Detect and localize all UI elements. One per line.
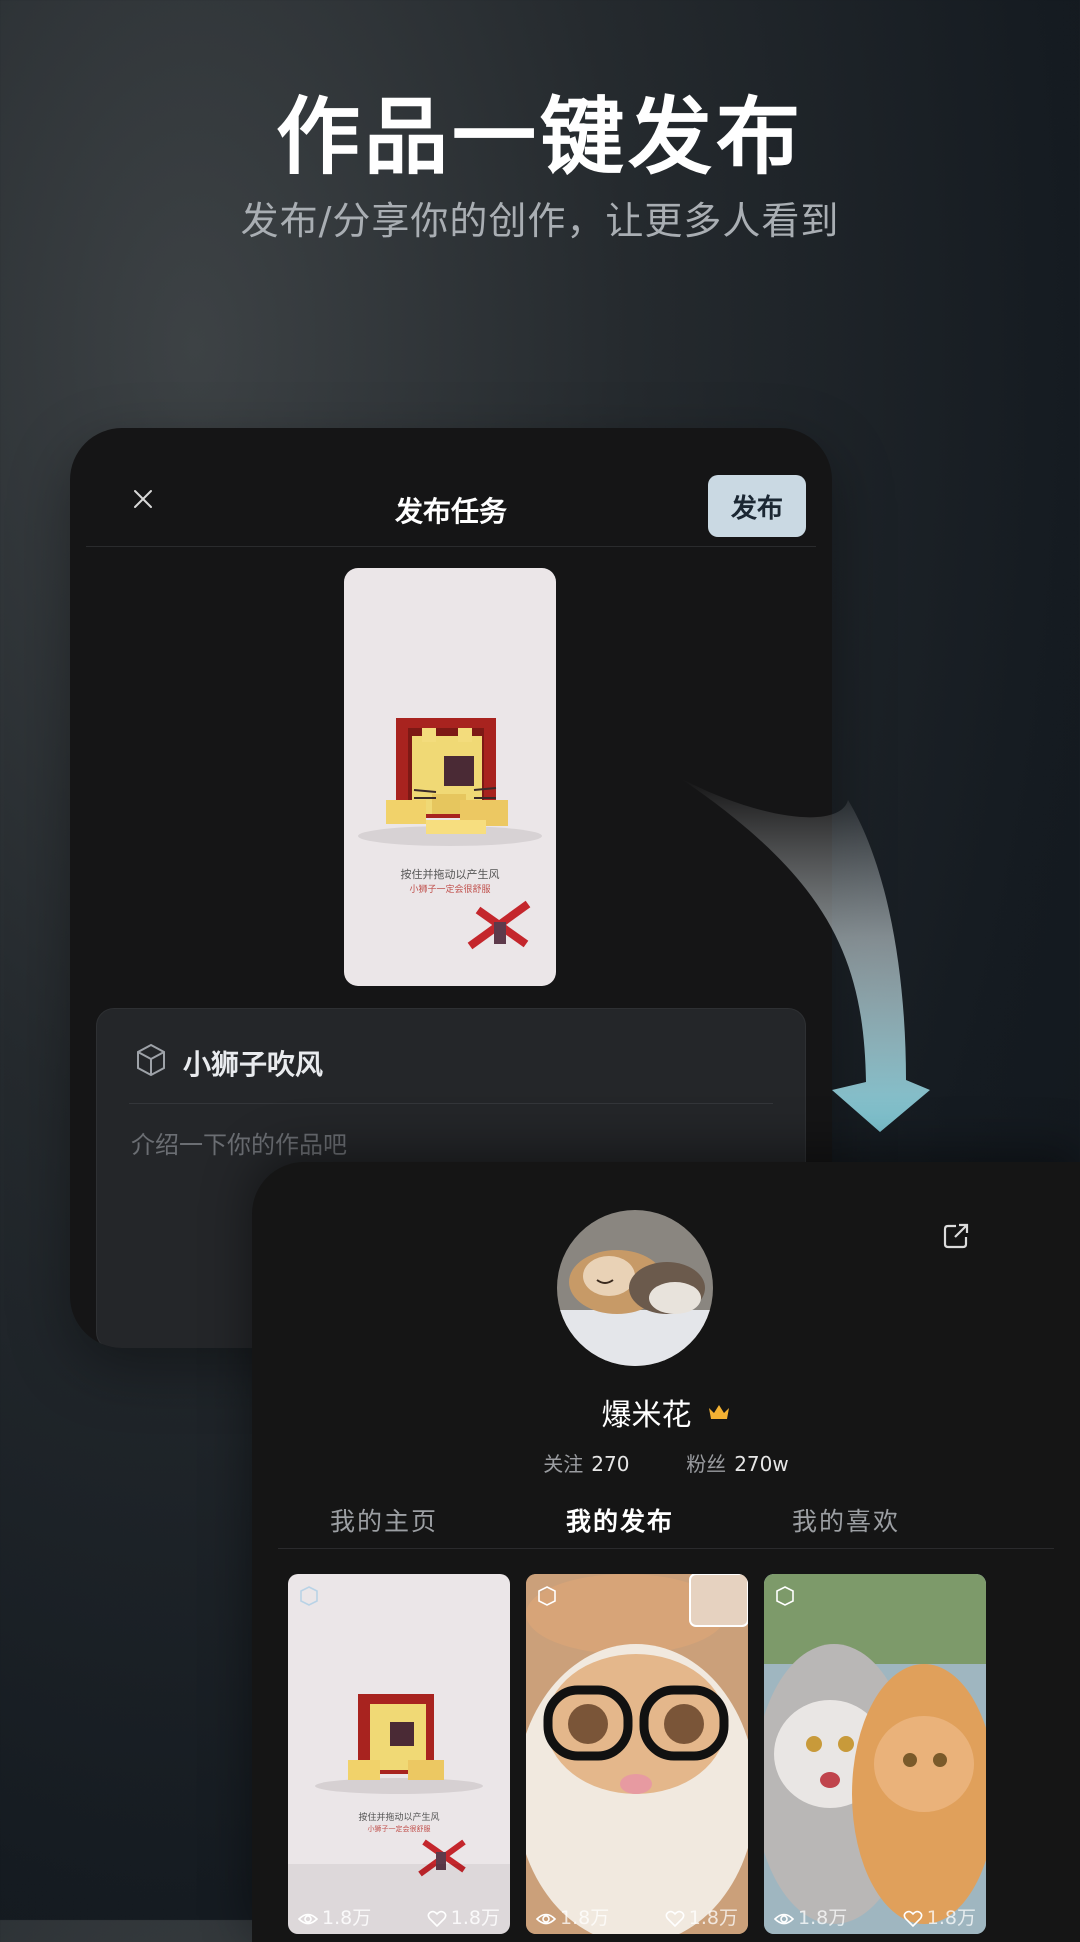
following-count[interactable]: 270 <box>591 1452 629 1476</box>
view-count-value: 1.8万 <box>798 1907 848 1929</box>
avatar[interactable] <box>557 1210 713 1366</box>
heart-icon <box>903 1910 923 1927</box>
work-preview-hint: 按住并拖动以产生风 <box>358 1813 440 1823</box>
heart-icon <box>427 1910 447 1927</box>
header-divider <box>86 546 816 547</box>
work-thumbnail <box>526 1574 748 1934</box>
followers-count[interactable]: 270w <box>734 1452 789 1476</box>
fan-icon <box>467 900 531 950</box>
description-input[interactable]: 介绍一下你的作品吧 <box>131 1125 347 1160</box>
view-count: 1.8万 <box>298 1903 371 1930</box>
cube-icon <box>776 1586 794 1606</box>
tabs-divider <box>278 1548 1054 1549</box>
view-count: 1.8万 <box>536 1903 609 1930</box>
eye-icon <box>298 1913 318 1924</box>
work-name[interactable]: 小狮子吹风 <box>183 1043 323 1083</box>
work-preview-sub-hint: 小狮子一定会很舒服 <box>367 1825 431 1833</box>
tab-my-likes[interactable]: 我的喜欢 <box>746 1502 946 1538</box>
like-count: 1.8万 <box>903 1903 976 1930</box>
eye-icon <box>536 1913 556 1924</box>
username-row: 爆米花 <box>252 1390 1080 1434</box>
profile-stats: 关注 270 粉丝 270w <box>252 1448 1080 1477</box>
tab-home[interactable]: 我的主页 <box>284 1502 484 1538</box>
profile-tabs: 我的主页 我的发布 我的喜欢 <box>252 1502 1080 1562</box>
heart-icon <box>665 1910 685 1927</box>
publish-button[interactable]: 发布 <box>708 475 806 537</box>
work-thumbnail <box>764 1574 986 1934</box>
like-count-value: 1.8万 <box>688 1907 738 1929</box>
share-icon[interactable] <box>942 1222 970 1250</box>
work-card[interactable]: 1.8万 1.8万 <box>526 1574 748 1934</box>
lion-illustration <box>358 718 542 846</box>
work-thumbnail <box>288 1694 510 1934</box>
followers-label[interactable]: 粉丝 <box>686 1452 726 1476</box>
following-label[interactable]: 关注 <box>543 1452 583 1476</box>
cube-icon <box>300 1586 318 1606</box>
work-card[interactable]: 按住并拖动以产生风 小狮子一定会很舒服 1.8万 1.8万 <box>288 1574 510 1934</box>
publish-header: 发布任务 发布 <box>70 428 832 548</box>
preview-sub-hint: 小狮子一定会很舒服 <box>409 885 491 895</box>
preview-hint: 按住并拖动以产生风 <box>400 868 500 881</box>
like-count-value: 1.8万 <box>450 1907 500 1929</box>
like-count: 1.8万 <box>427 1903 500 1930</box>
flow-arrow <box>680 778 930 1132</box>
tab-my-posts[interactable]: 我的发布 <box>520 1502 720 1538</box>
works-grid: 按住并拖动以产生风 小狮子一定会很舒服 1.8万 1.8万 1.8万 1.8万 … <box>288 1574 988 1934</box>
work-card[interactable]: 1.8万 1.8万 <box>764 1574 986 1934</box>
cube-icon <box>538 1586 556 1606</box>
cube-icon <box>137 1043 165 1077</box>
view-count-value: 1.8万 <box>560 1907 610 1929</box>
work-preview[interactable]: 按住并拖动以产生风 小狮子一定会很舒服 <box>344 568 556 986</box>
like-count: 1.8万 <box>665 1903 738 1930</box>
hero-subtitle: 发布/分享你的创作，让更多人看到 <box>240 199 840 243</box>
view-count-value: 1.8万 <box>322 1907 372 1929</box>
eye-icon <box>774 1913 794 1924</box>
crown-icon <box>708 1405 729 1419</box>
profile-screen: 爆米花 关注 270 粉丝 270w 我的主页 我的发布 我的喜欢 按住并拖动以… <box>252 1162 1080 1942</box>
hero-title: 作品一键发布 <box>275 88 804 186</box>
like-count-value: 1.8万 <box>926 1907 976 1929</box>
view-count: 1.8万 <box>774 1903 847 1930</box>
username: 爆米花 <box>601 1398 692 1433</box>
